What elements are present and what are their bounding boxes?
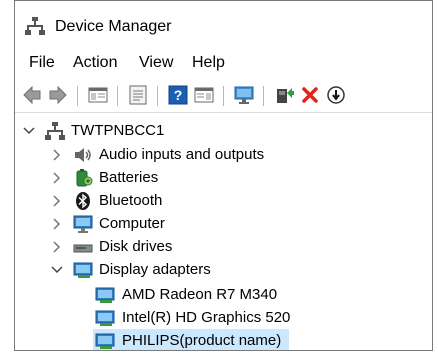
title-bar[interactable]: Device Manager (15, 1, 432, 45)
tree-child-intel[interactable]: Intel(R) HD Graphics 520 (95, 306, 415, 329)
menu-help[interactable]: Help (192, 54, 225, 72)
update-driver-icon[interactable] (273, 83, 295, 107)
battery-icon (76, 169, 93, 187)
tree-item-label: Intel(R) HD Graphics 520 (122, 309, 291, 326)
toolbar-separator (223, 86, 224, 106)
display-adapter-icon (95, 310, 115, 326)
forward-arrow-icon[interactable] (47, 83, 69, 107)
device-manager-icon (25, 17, 45, 35)
toolbar-separator (263, 86, 264, 106)
tree-item-audio[interactable]: Audio inputs and outputs (51, 143, 411, 166)
chevron-right-icon[interactable] (51, 149, 63, 161)
scan-hardware-changes-icon[interactable] (233, 83, 255, 107)
back-arrow-icon[interactable] (21, 83, 43, 107)
tree-root-label: TWTPNBCC1 (71, 122, 165, 139)
speaker-icon (75, 148, 91, 162)
monitor-icon (73, 215, 93, 233)
help-icon[interactable]: ? (167, 83, 189, 107)
tree-item-label: PHILIPS(product name) (122, 332, 282, 349)
tree-item-label: Batteries (99, 169, 159, 186)
tree-item-batteries[interactable]: Batteries (51, 166, 411, 189)
toolbar-separator (117, 86, 118, 106)
tree-item-bluetooth[interactable]: Bluetooth (51, 189, 411, 212)
display-adapter-icon (73, 262, 93, 278)
chevron-down-icon[interactable] (23, 125, 35, 137)
disk-drive-icon (73, 244, 93, 253)
action-pane-icon[interactable] (193, 83, 215, 107)
tree-item-display-adapters[interactable]: Display adapters (51, 258, 411, 281)
chevron-down-icon[interactable] (51, 264, 63, 276)
menu-view[interactable]: View (139, 54, 173, 72)
chevron-right-icon[interactable] (51, 241, 63, 253)
window-title: Device Manager (55, 18, 172, 35)
tree-root[interactable]: TWTPNBCC1 (23, 119, 403, 142)
tree-item-disk-drives[interactable]: Disk drives (51, 235, 411, 258)
display-adapter-icon (95, 287, 115, 303)
properties-icon[interactable] (127, 83, 149, 107)
tree-item-computer[interactable]: Computer (51, 212, 411, 235)
bluetooth-icon (76, 192, 90, 210)
tree-item-label: Display adapters (99, 261, 211, 278)
display-adapter-icon (95, 333, 115, 349)
tree-item-label: Bluetooth (99, 192, 163, 209)
device-tree: TWTPNBCC1 Audio inputs and outputs Batte… (15, 113, 432, 350)
scrollbar[interactable] (428, 111, 432, 350)
toolbar-separator (77, 86, 78, 106)
chevron-right-icon[interactable] (51, 218, 63, 230)
disable-device-icon[interactable] (325, 83, 347, 107)
toolbar: ? (15, 80, 432, 113)
device-manager-window: Device Manager File Action View Help ? T… (14, 0, 433, 351)
tree-child-philips-selected[interactable]: PHILIPS(product name) (93, 329, 295, 350)
toolbar-separator (157, 86, 158, 106)
svg-text:?: ? (174, 87, 183, 103)
show-hide-console-tree-icon[interactable] (87, 83, 109, 107)
tree-item-label: AMD Radeon R7 M340 (122, 286, 278, 303)
uninstall-device-icon[interactable] (299, 83, 321, 107)
menu-action[interactable]: Action (73, 54, 117, 72)
menu-file[interactable]: File (29, 54, 55, 72)
tree-item-label: Computer (99, 215, 165, 232)
chevron-right-icon[interactable] (51, 172, 63, 184)
chevron-right-icon[interactable] (51, 195, 63, 207)
menu-bar: File Action View Help (15, 47, 432, 81)
tree-child-amd[interactable]: AMD Radeon R7 M340 (95, 283, 415, 306)
computer-tree-icon (45, 122, 65, 140)
tree-item-label: Audio inputs and outputs (99, 146, 265, 163)
tree-item-label: Disk drives (99, 238, 173, 255)
